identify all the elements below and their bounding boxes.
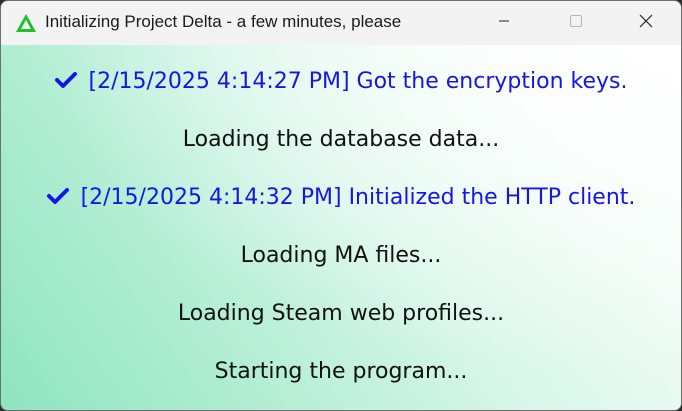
status-line-starting-program: Starting the program... (1, 359, 681, 384)
close-button[interactable] (623, 1, 669, 45)
status-line-text: [2/15/2025 4:14:32 PM] Initialized the H… (80, 185, 636, 210)
status-line-database: Loading the database data... (1, 127, 681, 152)
close-icon (639, 14, 653, 33)
delta-logo-icon (15, 13, 37, 33)
app-window: Initializing Project Delta - a few minut… (0, 0, 682, 411)
checkmark-icon (54, 70, 77, 88)
status-line-text: [2/15/2025 4:14:27 PM] Got the encryptio… (88, 69, 628, 94)
status-line-http-client: [2/15/2025 4:14:32 PM] Initialized the H… (1, 185, 681, 210)
maximize-button[interactable] (553, 1, 599, 45)
maximize-icon (569, 14, 583, 33)
status-line-steam-profiles: Loading Steam web profiles... (1, 301, 681, 326)
status-line-text: Loading the database data... (182, 127, 500, 152)
progress-panel: [2/15/2025 4:14:27 PM] Got the encryptio… (1, 45, 681, 410)
checkmark-icon (46, 186, 69, 204)
title-bar[interactable]: Initializing Project Delta - a few minut… (1, 1, 681, 45)
status-line-text: Loading MA files... (240, 243, 442, 268)
minimize-icon (498, 14, 510, 32)
status-line-text: Starting the program... (214, 359, 468, 384)
window-title: Initializing Project Delta - a few minut… (45, 12, 402, 31)
status-line-text: Loading Steam web profiles... (177, 301, 505, 326)
status-line-encryption-keys: [2/15/2025 4:14:27 PM] Got the encryptio… (1, 69, 681, 94)
status-line-ma-files: Loading MA files... (1, 243, 681, 268)
minimize-button[interactable] (481, 1, 527, 45)
